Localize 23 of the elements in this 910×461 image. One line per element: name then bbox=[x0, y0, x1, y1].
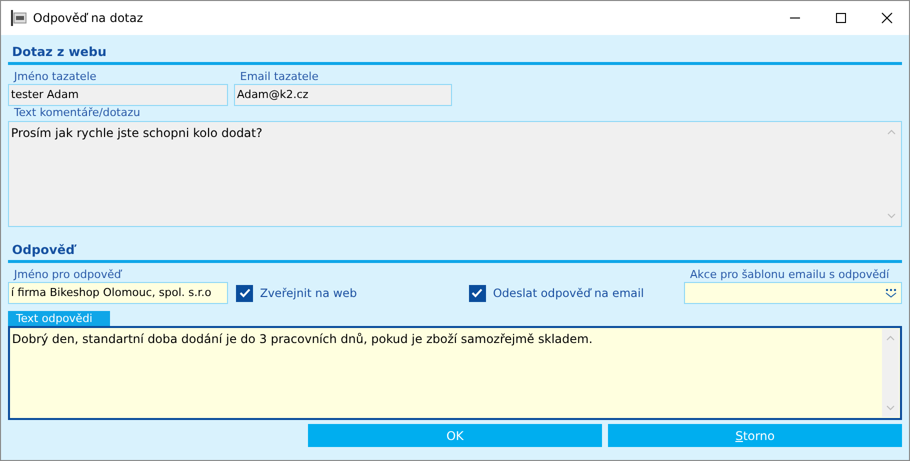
input-field[interactable]: í firma Bikeshop Olomouc, spol. s.r.o bbox=[8, 282, 228, 304]
input-field[interactable]: tester Adam bbox=[8, 84, 228, 106]
checkbox-label: Odeslat odpověď na email bbox=[492, 286, 644, 300]
check-icon bbox=[238, 288, 250, 298]
check-icon bbox=[471, 288, 484, 298]
input-field[interactable]: Adam@k2.cz bbox=[234, 84, 452, 106]
checkbox[interactable] bbox=[468, 284, 486, 302]
field-label: Text komentáře/dotazu bbox=[13, 106, 142, 120]
maximize-icon[interactable] bbox=[835, 12, 847, 24]
field-label: Jméno tazatele bbox=[12, 70, 98, 84]
checkbox-label: Zveřejnit na web bbox=[260, 286, 357, 300]
dropdown-icon[interactable] bbox=[885, 288, 897, 298]
field-label: Jméno pro odpověď bbox=[12, 268, 124, 282]
section-heading: Odpověď bbox=[12, 242, 75, 257]
field-label: Akce pro šablonu emailu s odpovědí bbox=[689, 268, 890, 282]
dropdown-field[interactable] bbox=[684, 282, 902, 304]
field-label: Email tazatele bbox=[239, 70, 320, 84]
checkbox[interactable] bbox=[236, 284, 253, 302]
close-icon[interactable] bbox=[881, 12, 893, 24]
window-title: Odpověď na dotaz bbox=[33, 11, 144, 25]
section-heading: Dotaz z webu bbox=[12, 44, 107, 59]
app-icon bbox=[11, 10, 27, 26]
field-label: Text odpovědi bbox=[8, 311, 110, 326]
